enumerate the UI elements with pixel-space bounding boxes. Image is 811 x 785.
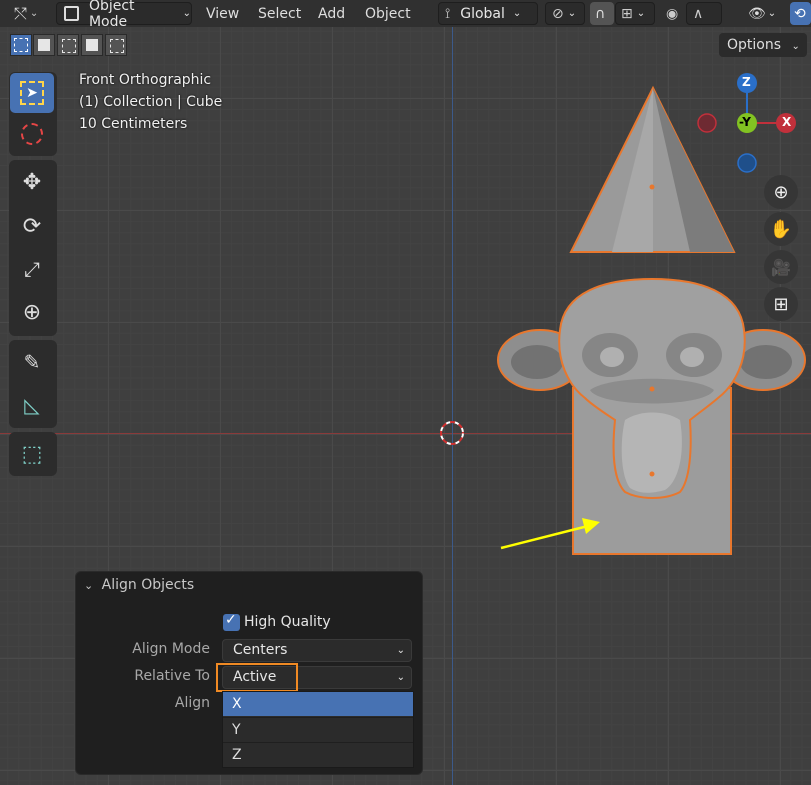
relative-to-label: Relative To [134,668,210,684]
falloff-dropdown[interactable]: ∧ [686,2,722,25]
select-subtract-icon [62,39,76,53]
pivot-dropdown[interactable]: ⊘ ⌄ [545,2,585,25]
options-label: Options [727,37,782,53]
tool-annotate[interactable]: ✎ [10,342,54,382]
select-invert-button[interactable] [81,34,103,56]
tool-rotate[interactable]: ⟳ [10,206,54,246]
highlight-box [216,663,298,692]
chevron-down-icon: ⌄ [512,8,522,19]
select-extend-button[interactable] [33,34,55,56]
collection-info: (1) Collection | Cube [79,94,223,110]
align-mode-label: Align Mode [132,641,210,657]
3d-cursor-icon [21,123,43,145]
tool-cursor[interactable] [10,114,54,154]
move-icon: ✥ [22,169,42,195]
gizmo-icon: ⟲ [794,5,806,22]
select-intersect-icon [110,39,124,53]
viewport-header: ⤲ ⌄ Object Mode ⌄ View Select Add Object… [0,0,811,30]
snap-toggle[interactable]: ∩ [590,2,614,25]
camera-icon: 🎥 [771,257,791,277]
tool-select-box[interactable]: ➤ [10,73,54,113]
view-name: Front Orthographic [79,72,212,88]
select-intersect-button[interactable] [105,34,127,56]
tool-transform[interactable]: ⊕ [10,292,54,332]
orientation-label: Global [460,5,505,22]
hand-icon: ✋ [769,218,793,240]
select-subtract-button[interactable] [57,34,79,56]
checkmark-icon: ✓ [225,612,237,628]
ruler-icon: ◺ [24,393,40,417]
options-button[interactable]: Options ⌄ [719,33,807,57]
tool-scale[interactable]: ⤢ [10,249,54,289]
magnet-icon: ∩ [595,5,606,22]
mode-dropdown[interactable]: Object Mode ⌄ [56,0,192,30]
chevron-down-icon: ⌄ [791,41,800,52]
gizmo-x-label: X [782,115,792,129]
camera-view-button[interactable]: 🎥 [764,250,798,284]
transform-orientation-icon: ⟟ [445,5,451,22]
select-invert-icon [86,39,98,51]
scale-icon: ⤢ [24,257,40,281]
high-quality-checkbox[interactable]: ✓ [223,612,240,631]
chevron-down-icon: ⌄ [567,8,577,19]
chevron-down-icon: ⌄ [29,8,39,19]
chevron-down-icon: ⌄ [396,645,405,656]
chevron-down-icon: ⌄ [636,8,646,19]
menu-view[interactable]: View [206,4,239,24]
align-mode-value: Centers [233,642,288,658]
rotate-icon: ⟳ [22,213,42,239]
ortho-toggle-button[interactable]: ⊞ [764,287,798,321]
pencil-icon: ✎ [23,350,41,374]
select-extend-icon [38,39,50,51]
mode-label: Object Mode [88,0,135,30]
grid-scale: 10 Centimeters [79,116,188,132]
visibility-dropdown[interactable]: 👁 ⌄ [744,2,784,25]
snap-target-dropdown[interactable]: ⊞ ⌄ [615,2,655,25]
menu-object[interactable]: Object [365,4,411,24]
align-option-x[interactable]: X [223,692,413,716]
zoom-icon: ⊕ [773,181,789,203]
select-cursor-icon: ➤ [20,81,44,105]
snap-increment-icon: ⊞ [621,5,633,22]
eye-icon: 👁 [748,5,766,22]
transform-icon: ⊕ [22,299,42,325]
chevron-down-icon: ⌄ [182,8,191,19]
align-mode-dropdown[interactable]: Centers ⌄ [222,639,412,662]
chevron-down-icon: ⌄ [84,579,94,592]
gizmo-toggle[interactable]: ⟲ [790,2,811,25]
zoom-button[interactable]: ⊕ [764,175,798,209]
panel-header[interactable]: ⌄ Align Objects [84,577,194,593]
editor-type-button[interactable]: ⤲ ⌄ [10,2,46,25]
orientation-dropdown[interactable]: ⟟ Global ⌄ [438,2,538,25]
grid-icon: ⊞ [773,293,789,315]
add-cube-icon: ⬚ [21,441,43,467]
menu-select[interactable]: Select [258,4,301,24]
proportional-edit-toggle[interactable]: ◉ [662,2,686,25]
select-new-button[interactable] [10,34,32,56]
align-option-z[interactable]: Z [223,742,413,766]
menu-add[interactable]: Add [318,4,345,24]
falloff-curve-icon: ∧ [693,5,704,22]
pan-button[interactable]: ✋ [764,212,798,246]
align-label: Align [174,695,210,711]
proportional-edit-icon: ◉ [666,5,679,22]
chevron-down-icon: ⌄ [767,8,777,19]
viewport-editor-icon: ⤲ [14,3,27,23]
high-quality-label: High Quality [244,614,331,630]
chevron-down-icon: ⌄ [396,672,405,683]
tool-move[interactable]: ✥ [10,162,54,202]
select-box-icon [14,38,28,52]
tool-measure[interactable]: ◺ [10,385,54,425]
panel-title: Align Objects [101,577,195,593]
pivot-point-icon: ⊘ [552,5,564,22]
align-option-y[interactable]: Y [223,717,413,741]
tool-add-cube[interactable]: ⬚ [10,434,54,474]
gizmo-y-label: -Y [739,115,751,129]
object-mode-icon [64,6,79,21]
gizmo-z-label: Z [742,75,751,89]
